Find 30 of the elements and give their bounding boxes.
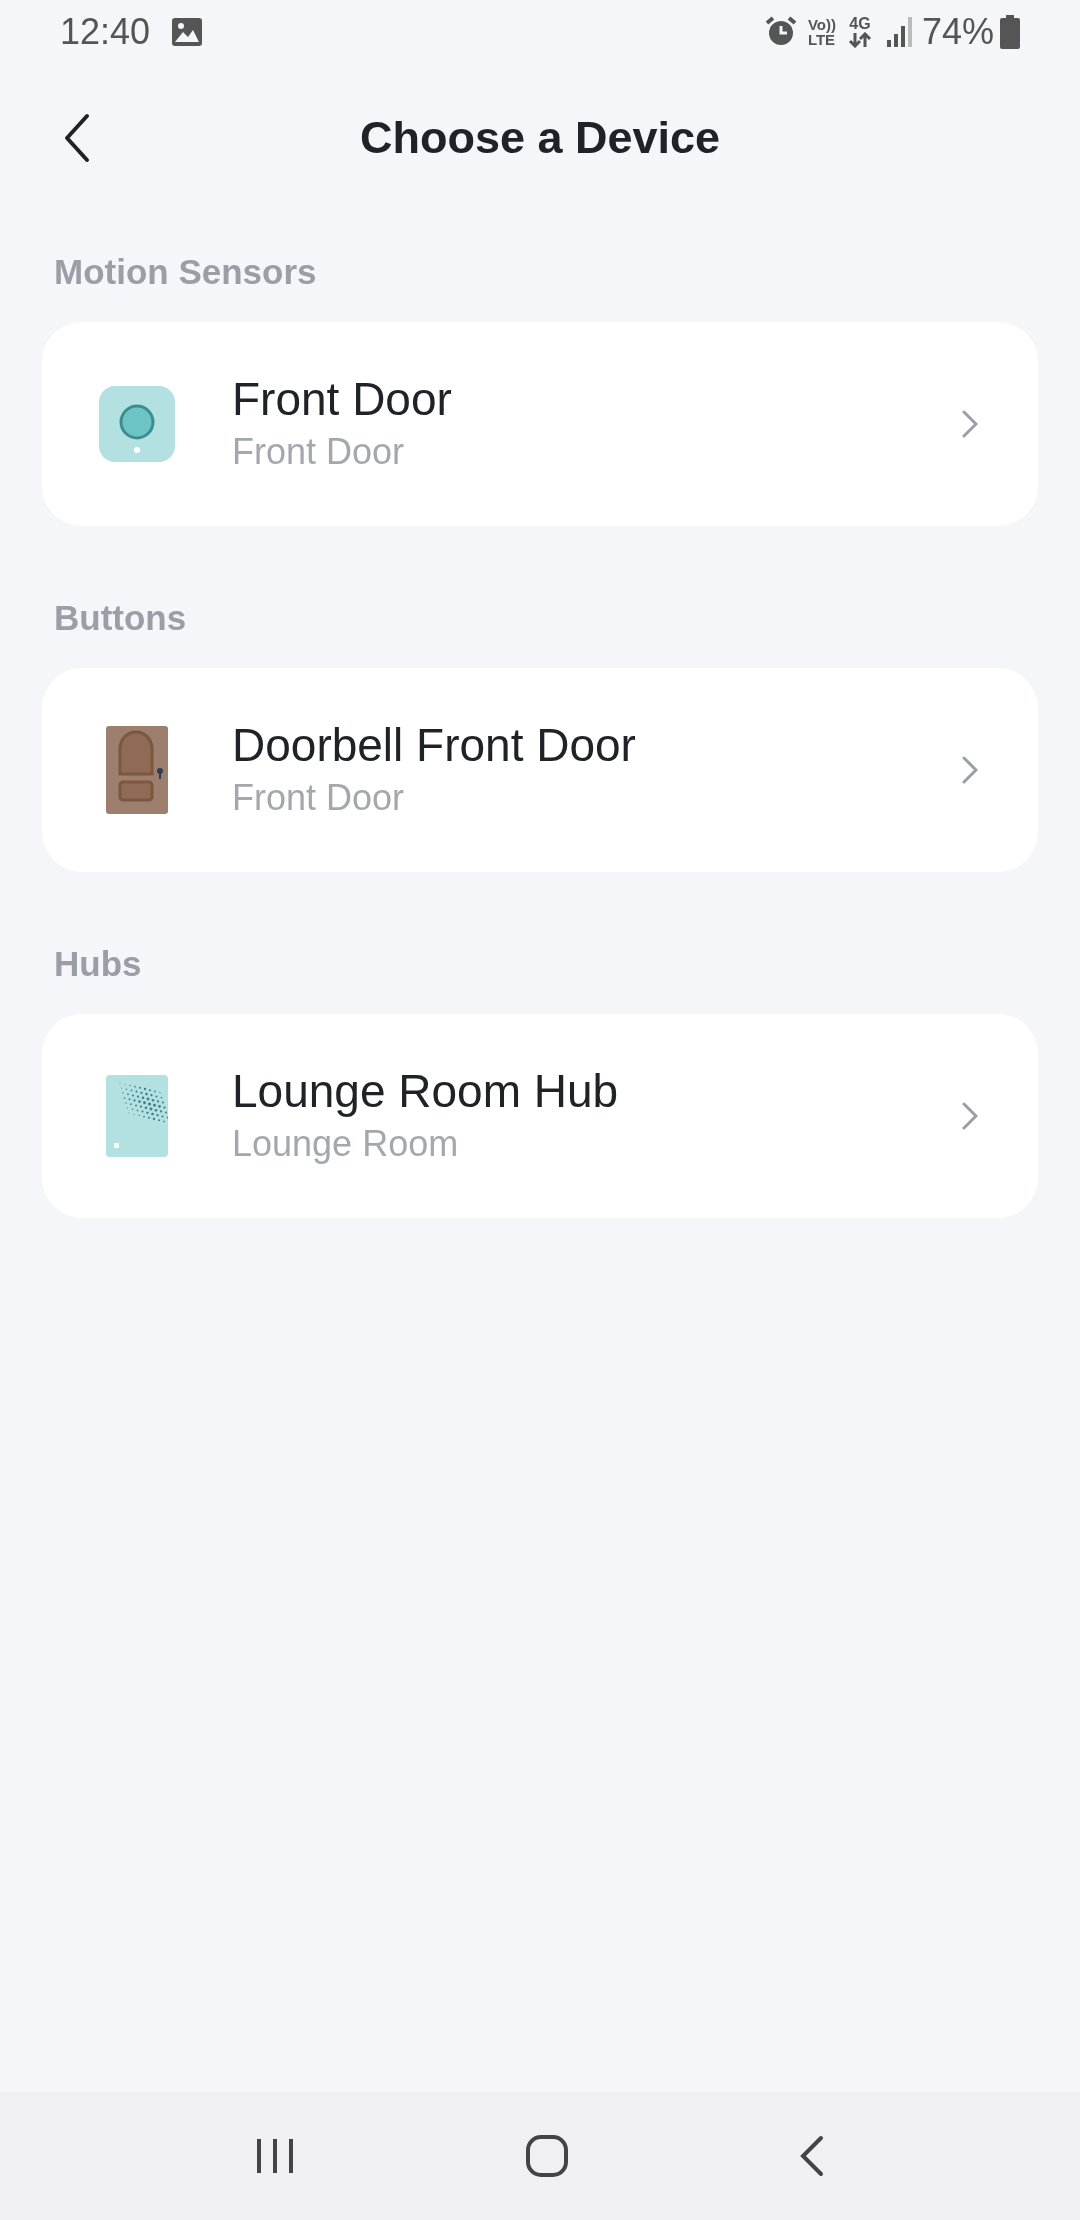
- signal-icon: [885, 16, 914, 48]
- hub-icon: [106, 1075, 168, 1157]
- chevron-right-icon: [962, 1102, 978, 1130]
- volte-lte-icon: Vo)) LTE: [807, 17, 836, 47]
- battery-icon: [1000, 15, 1020, 49]
- status-time: 12:40: [60, 10, 151, 54]
- network-type: 4G: [849, 16, 871, 32]
- data-arrows-icon: [847, 32, 872, 48]
- device-name: Front Door: [232, 372, 453, 427]
- section-label: Buttons: [54, 596, 188, 639]
- recent-apps-icon[interactable]: [255, 2137, 295, 2175]
- device-row[interactable]: Front Door Front Door: [42, 322, 1038, 526]
- section-label: Motion Sensors: [54, 250, 318, 293]
- back-icon[interactable]: [799, 2135, 825, 2177]
- device-row[interactable]: Lounge Room Hub Lounge Room: [42, 1014, 1038, 1218]
- device-room: Front Door: [232, 776, 406, 820]
- device-name: Lounge Room Hub: [232, 1064, 620, 1119]
- device-row[interactable]: Doorbell Front Door Front Door: [42, 668, 1038, 872]
- device-room: Front Door: [232, 430, 406, 474]
- home-icon[interactable]: [525, 2134, 569, 2178]
- device-room: Lounge Room: [232, 1122, 460, 1166]
- chevron-right-icon: [962, 756, 978, 784]
- section-label: Hubs: [54, 942, 143, 985]
- door-icon: [106, 726, 168, 814]
- motion-sensor-icon: [99, 386, 175, 462]
- battery-percent: 74%: [921, 10, 994, 54]
- chevron-right-icon: [962, 410, 978, 438]
- page-title: Choose a Device: [359, 111, 721, 166]
- device-name: Doorbell Front Door: [232, 718, 637, 773]
- image-icon: [172, 18, 203, 46]
